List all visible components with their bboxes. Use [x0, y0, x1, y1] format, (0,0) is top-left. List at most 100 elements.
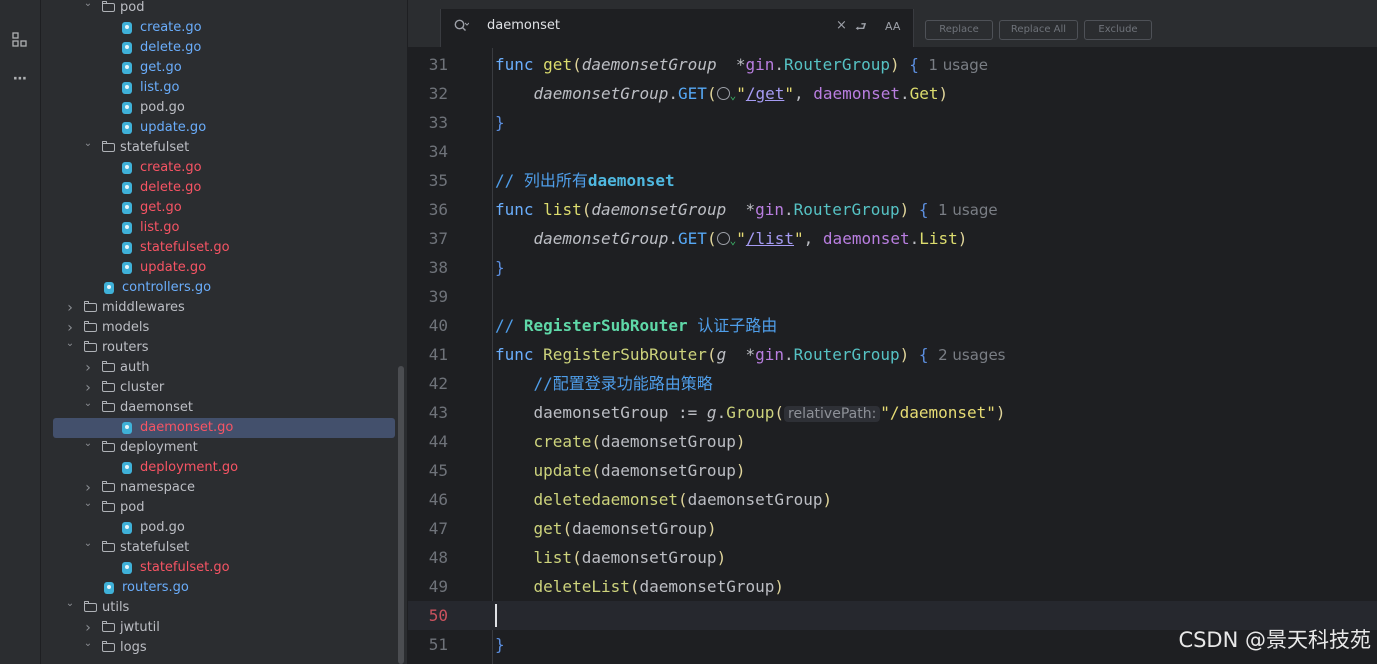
code-token: daemonsetGroup	[600, 432, 736, 451]
code-line[interactable]: 47 get(daemonsetGroup)	[408, 514, 1377, 543]
chevron-right-icon[interactable]: ›	[83, 358, 93, 378]
chevron-down-icon[interactable]: ⌄	[65, 594, 75, 614]
tree-file[interactable]: pod.go	[41, 518, 407, 538]
code-line[interactable]: 43 daemonsetGroup := g.Group(relativePat…	[408, 398, 1377, 427]
go-file-icon	[104, 582, 114, 594]
replace-button[interactable]: Replace	[925, 20, 993, 40]
code-line[interactable]: 31 func get(daemonsetGroup *gin.RouterGro…	[408, 50, 1377, 79]
tree-item-label: deployment.go	[140, 460, 239, 475]
code-token: deleteList	[533, 577, 630, 596]
code-token: // 列出所有	[495, 171, 588, 190]
code-line[interactable]: 35 // 列出所有daemonset	[408, 166, 1377, 195]
code-line[interactable]: 45 update(daemonsetGroup)	[408, 456, 1377, 485]
tree-file[interactable]: statefulset.go	[41, 558, 407, 578]
chevron-right-icon[interactable]: ›	[65, 298, 75, 318]
tree-folder[interactable]: ⌄ pod	[41, 498, 407, 518]
exclude-button[interactable]: Exclude	[1084, 20, 1152, 40]
tree-item-label: logs	[120, 640, 147, 655]
usage-hint[interactable]: 1 usage	[929, 201, 998, 219]
tree-file[interactable]: create.go	[41, 158, 407, 178]
code-line[interactable]: 39	[408, 282, 1377, 311]
code-line[interactable]: 44 create(daemonsetGroup)	[408, 427, 1377, 456]
tree-file[interactable]: daemonset.go	[41, 418, 407, 438]
tree-folder[interactable]: ⌄ statefulset	[41, 538, 407, 558]
code-line[interactable]: 33}	[408, 108, 1377, 137]
chevron-down-icon[interactable]: ⌄	[83, 394, 93, 414]
tree-file[interactable]: statefulset.go	[41, 238, 407, 258]
chevron-down-icon[interactable]: ⌄	[83, 634, 93, 654]
more-icon[interactable]: ⋯	[10, 69, 30, 89]
code-editor[interactable]: 31 func get(daemonsetGroup *gin.RouterGro…	[408, 48, 1377, 664]
code-line[interactable]: 49 deleteList(daemonsetGroup)	[408, 572, 1377, 601]
code-line[interactable]: 36 func list(daemonsetGroup *gin.RouterGr…	[408, 195, 1377, 224]
tree-file[interactable]: create.go	[41, 18, 407, 38]
tree-file[interactable]: deployment.go	[41, 458, 407, 478]
chevron-down-icon[interactable]: ⌄	[83, 434, 93, 454]
code-token: ,	[794, 84, 814, 103]
project-tree: ⌄ pod create.go delete.go get.go list.go pod.g…	[41, 0, 407, 664]
tree-folder[interactable]: ⌄ utils	[41, 598, 407, 618]
usage-hint[interactable]: 2 usages	[929, 346, 1005, 364]
clear-search-icon[interactable]: ×	[836, 18, 847, 33]
replace-all-button[interactable]: Replace All	[999, 20, 1078, 40]
structure-icon[interactable]	[10, 30, 30, 50]
chevron-down-icon[interactable]: ⌄	[83, 134, 93, 154]
tree-file[interactable]: delete.go	[41, 178, 407, 198]
code-token: (	[629, 577, 640, 596]
tree-scrollbar[interactable]	[398, 366, 404, 664]
tree-item-label: update.go	[140, 120, 207, 135]
code-token: g	[716, 345, 727, 364]
tree-file[interactable]: list.go	[41, 218, 407, 238]
usage-hint[interactable]: 1 usage	[919, 56, 988, 74]
regex-wrap-icon[interactable]: ⮐	[855, 18, 867, 40]
code-line[interactable]: 40 // RegisterSubRouter 认证子路由	[408, 311, 1377, 340]
code-line[interactable]: 48 list(daemonsetGroup)	[408, 543, 1377, 572]
search-icon[interactable]	[454, 19, 470, 33]
code-token: (	[572, 55, 582, 74]
tree-folder[interactable]: ⌄ pod	[41, 0, 407, 18]
tree-item-label: create.go	[140, 20, 202, 35]
tree-folder[interactable]: › cluster	[41, 378, 407, 398]
code-line[interactable]: 41 func RegisterSubRouter(g *gin.RouterGr…	[408, 340, 1377, 369]
tree-folder[interactable]: › jwtutil	[41, 618, 407, 638]
code-line[interactable]: 34	[408, 137, 1377, 166]
tree-file[interactable]: update.go	[41, 118, 407, 138]
code-line[interactable]: 37 daemonsetGroup.GET(⌄"/list", daemonse…	[408, 224, 1377, 253]
code-token: /list	[745, 229, 795, 248]
chevron-down-icon[interactable]: ⌄	[65, 334, 75, 354]
tree-folder[interactable]: ⌄ daemonset	[41, 398, 407, 418]
tree-file[interactable]: update.go	[41, 258, 407, 278]
code-token: func	[495, 345, 544, 364]
tree-folder[interactable]: › namespace	[41, 478, 407, 498]
code-token: )	[716, 548, 727, 567]
tree-file[interactable]: delete.go	[41, 38, 407, 58]
code-line[interactable]: 42 //配置登录功能路由策略	[408, 369, 1377, 398]
code-line[interactable]: 32 daemonsetGroup.GET(⌄"/get", daemonset…	[408, 79, 1377, 108]
tree-folder[interactable]: › models	[41, 318, 407, 338]
code-line[interactable]: 46 deletedaemonset(daemonsetGroup)	[408, 485, 1377, 514]
find-input[interactable]: daemonset	[487, 18, 560, 33]
tree-file[interactable]: get.go	[41, 58, 407, 78]
tree-folder[interactable]: ⌄ deployment	[41, 438, 407, 458]
tree-file[interactable]: routers.go	[41, 578, 407, 598]
code-token: (	[591, 432, 601, 451]
tree-folder[interactable]: ⌄ routers	[41, 338, 407, 358]
code-token: *	[716, 55, 746, 74]
code-text: // 列出所有daemonset	[495, 166, 675, 195]
match-case-icon[interactable]: AA	[885, 20, 900, 33]
line-number: 42	[428, 374, 448, 393]
tree-folder[interactable]: › auth	[41, 358, 407, 378]
tree-file[interactable]: list.go	[41, 78, 407, 98]
tree-folder[interactable]: ⌄ statefulset	[41, 138, 407, 158]
tree-file[interactable]: get.go	[41, 198, 407, 218]
tree-folder[interactable]: › middlewares	[41, 298, 407, 318]
chevron-down-icon[interactable]: ⌄	[83, 534, 93, 554]
tree-folder[interactable]: ⌄ logs	[41, 638, 407, 658]
tree-file[interactable]: pod.go	[41, 98, 407, 118]
tree-file[interactable]: controllers.go	[41, 278, 407, 298]
code-line[interactable]: 38}	[408, 253, 1377, 282]
chevron-down-icon[interactable]: ⌄	[83, 0, 93, 14]
code-token: {	[918, 345, 929, 364]
chevron-down-icon[interactable]: ⌄	[83, 494, 93, 514]
